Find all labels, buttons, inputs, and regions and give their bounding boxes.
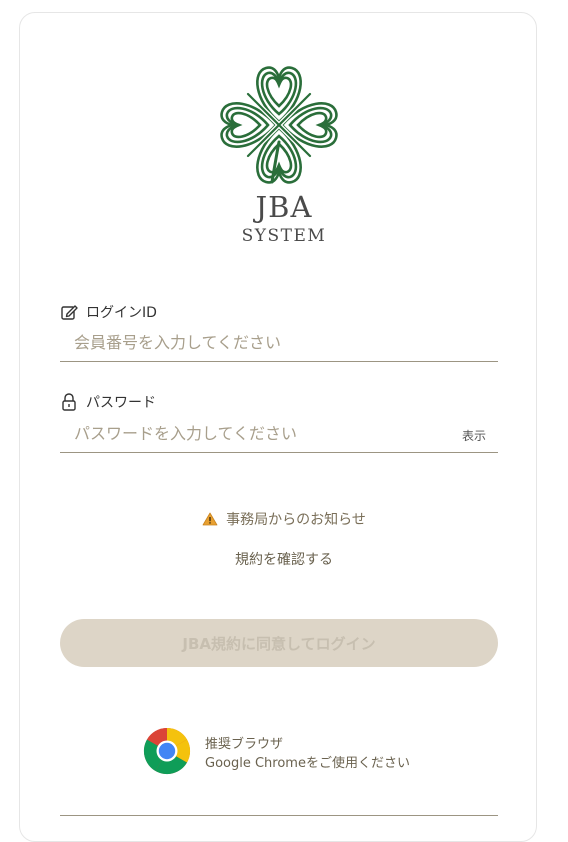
password-input[interactable] <box>60 417 454 449</box>
warning-icon <box>202 512 218 526</box>
clover-logo <box>220 66 338 184</box>
login-button[interactable]: JBA規約に同意してログイン <box>60 619 498 667</box>
login-id-label-row: ログインID <box>60 302 157 322</box>
brand-name: JBA <box>255 190 313 224</box>
chrome-icon <box>143 727 191 775</box>
notice-text: 事務局からのお知らせ <box>226 512 366 528</box>
brand-subtitle: SYSTEM <box>241 226 327 246</box>
password-label: パスワード <box>86 395 156 411</box>
divider <box>60 815 498 816</box>
recommended-browser-title: 推奨ブラウザ <box>205 737 284 752</box>
terms-link[interactable]: 規約を確認する <box>0 549 568 569</box>
edit-icon <box>61 305 78 320</box>
login-id-field <box>60 326 498 362</box>
lock-icon <box>62 393 76 411</box>
login-id-label: ログインID <box>86 305 157 321</box>
notice-link[interactable]: 事務局からのお知らせ <box>0 509 568 529</box>
password-field: 表示 <box>60 417 498 453</box>
recommended-browser-description: Google Chromeをご使用ください <box>205 756 410 771</box>
show-password-toggle[interactable]: 表示 <box>462 427 486 444</box>
password-label-row: パスワード <box>60 392 156 412</box>
login-id-input[interactable] <box>60 326 454 358</box>
